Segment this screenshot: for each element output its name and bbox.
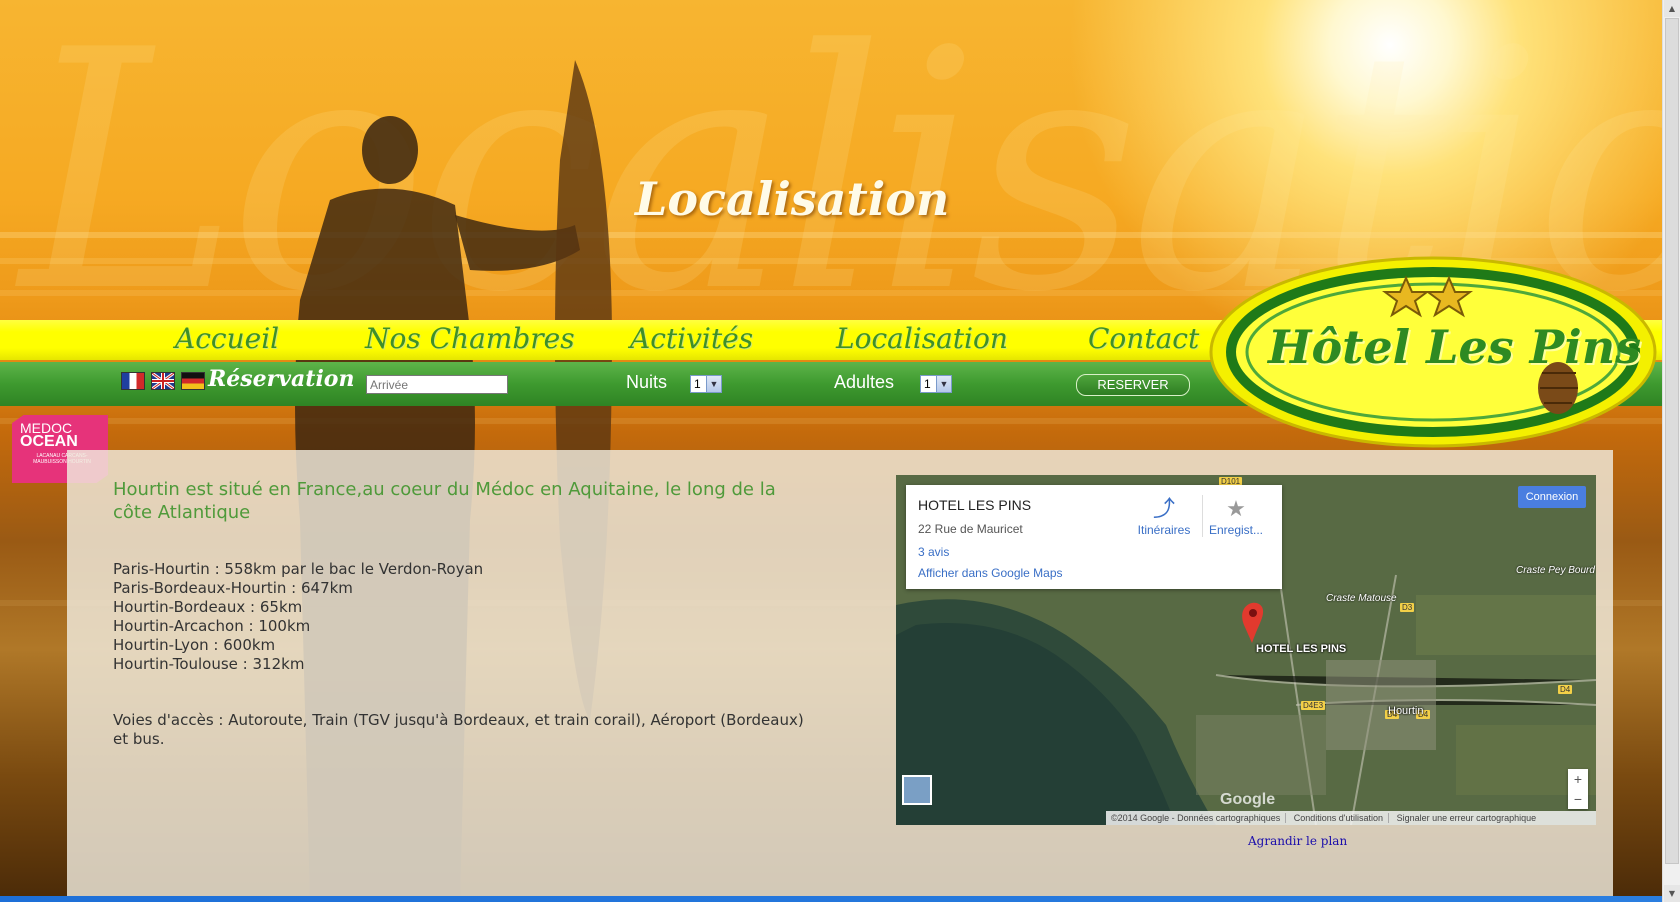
sign-in-button[interactable]: Connexion — [1518, 486, 1586, 508]
nav-item-contact[interactable]: Contact — [1088, 322, 1199, 355]
nav-item-chambres[interactable]: Nos Chambres — [365, 322, 575, 355]
zoom-control: + − — [1568, 769, 1588, 809]
map-footer: ©2014 Google - Données cartographiques C… — [1106, 811, 1596, 825]
uk-flag-icon[interactable] — [151, 371, 175, 391]
scroll-up-icon[interactable]: ▲ — [1664, 0, 1680, 17]
access-text: Voies d'accès : Autoroute, Train (TGV ju… — [113, 711, 804, 748]
chevron-down-icon: ▼ — [936, 376, 951, 392]
distance-item: Hourtin-Lyon : 600km — [113, 636, 276, 654]
logo-text: Hôtel Les Pins — [1268, 320, 1642, 374]
scrollbar-thumb[interactable] — [1665, 18, 1679, 864]
arrival-date-input[interactable] — [366, 375, 508, 394]
adults-select[interactable]: 1 ▼ — [920, 375, 952, 393]
de-flag-icon[interactable] — [181, 372, 205, 390]
fr-flag-icon[interactable] — [121, 372, 145, 390]
terms-link[interactable]: Conditions d'utilisation — [1288, 813, 1390, 823]
road-badge: D4 — [1558, 685, 1573, 694]
nights-label: Nuits — [626, 372, 668, 392]
nav-item-activites[interactable]: Activités — [630, 322, 753, 355]
open-in-maps-link[interactable]: Afficher dans Google Maps — [918, 566, 1063, 580]
map-label: Craste Pey Bourd — [1516, 565, 1595, 576]
star-icon: ★ — [1226, 496, 1246, 521]
map-label: Craste Matouse — [1326, 593, 1397, 604]
distance-item: Hourtin-Bordeaux : 65km — [113, 598, 303, 616]
reserve-button[interactable]: RESERVER — [1076, 374, 1190, 396]
hotel-pin-label[interactable]: HOTEL LES PINS — [1256, 643, 1346, 655]
intro-heading: Hourtin est situé en France,au coeur du … — [113, 479, 776, 523]
page-title: Localisation — [635, 172, 950, 226]
distance-item: Hourtin-Arcachon : 100km — [113, 617, 311, 635]
zoom-in-button[interactable]: + — [1568, 769, 1588, 789]
directions-icon: ⤴ — [1152, 496, 1175, 521]
google-map[interactable]: Craste Matouse Craste Pey Bourd D3 D4 D4… — [896, 475, 1596, 825]
distance-item: Hourtin-Toulouse : 312km — [113, 655, 305, 673]
save-button[interactable]: ★ Enregist... — [1202, 495, 1269, 537]
map-type-toggle[interactable] — [902, 775, 932, 805]
road-badge: D3 — [1400, 603, 1415, 612]
chevron-down-icon: ▼ — [706, 376, 721, 392]
scroll-down-icon[interactable]: ▼ — [1664, 885, 1680, 902]
nav-item-localisation[interactable]: Localisation — [836, 322, 1008, 355]
place-card: HOTEL LES PINS 22 Rue de Mauricet 3 avis… — [906, 485, 1282, 589]
distance-item: Paris-Hourtin : 558km par le bac le Verd… — [113, 560, 484, 578]
adults-label: Adultes — [834, 372, 895, 392]
road-badge: D4E3 — [1301, 701, 1326, 710]
vertical-scrollbar[interactable]: ▲ ▼ — [1662, 0, 1680, 902]
directions-button[interactable]: ⤴ Itinéraires — [1136, 495, 1192, 537]
taskbar-edge — [0, 896, 1662, 902]
town-label: Hourtin — [1388, 705, 1424, 717]
reservation-label: Réservation — [208, 366, 355, 392]
distance-item: Paris-Bordeaux-Hourtin : 647km — [113, 579, 353, 597]
place-address: 22 Rue de Mauricet — [918, 522, 1023, 536]
enlarge-map-link[interactable]: Agrandir le plan — [1248, 834, 1347, 848]
zoom-out-button[interactable]: − — [1568, 789, 1588, 809]
map-copyright: ©2014 Google - Données cartographiques — [1106, 813, 1287, 823]
nights-select[interactable]: 1 ▼ — [690, 375, 722, 393]
nav-item-accueil[interactable]: Accueil — [175, 322, 279, 355]
google-logo: Google — [1220, 791, 1276, 808]
reviews-link[interactable]: 3 avis — [918, 545, 949, 559]
report-error-link[interactable]: Signaler une erreur cartographique — [1392, 813, 1542, 823]
place-title: HOTEL LES PINS — [918, 497, 1032, 513]
